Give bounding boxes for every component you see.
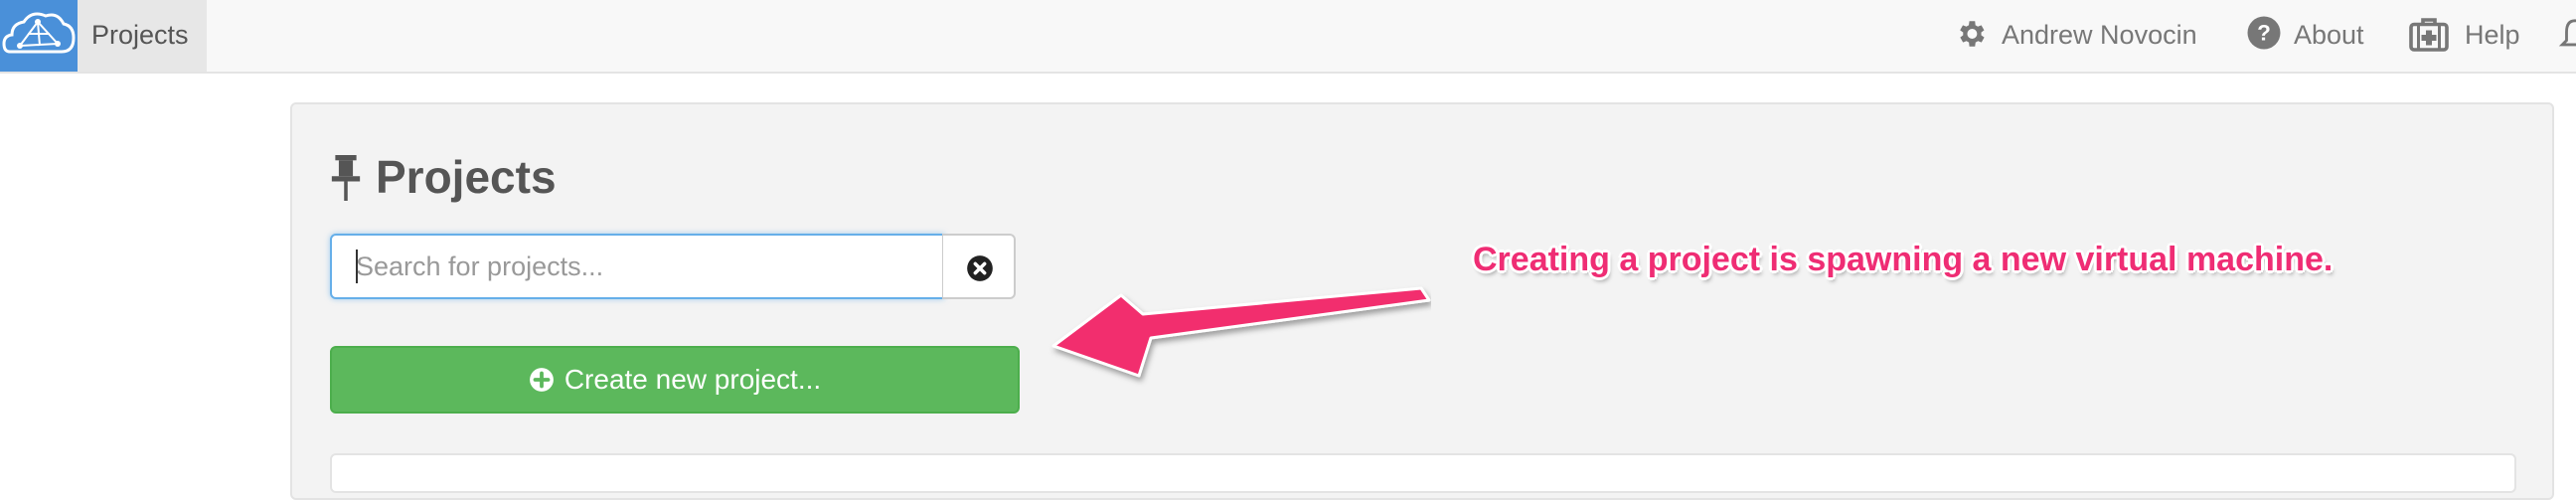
nav-about-link[interactable]: ? About bbox=[2244, 0, 2373, 72]
question-circle-icon: ? bbox=[2247, 16, 2281, 50]
medkit-icon bbox=[2409, 18, 2449, 52]
nav-projects-link[interactable]: Projects bbox=[78, 0, 207, 72]
nav-user-link[interactable]: Andrew Novocin bbox=[1950, 0, 2208, 72]
nav-help-link[interactable]: Help bbox=[2409, 0, 2532, 72]
cloud-logo-icon[interactable] bbox=[0, 0, 78, 72]
nav-notifications-link[interactable] bbox=[2558, 0, 2576, 72]
text-caret bbox=[356, 250, 358, 283]
help-label: Help bbox=[2465, 20, 2520, 50]
search-input[interactable] bbox=[330, 234, 944, 299]
annotation-text: Creating a project is spawning a new vir… bbox=[1473, 241, 2334, 278]
page-title-text: Projects bbox=[376, 151, 557, 203]
bell-icon bbox=[2558, 19, 2576, 47]
nav-projects-label: Projects bbox=[91, 20, 189, 50]
create-project-label: Create new project... bbox=[564, 364, 822, 395]
user-name-label: Andrew Novocin bbox=[2002, 20, 2197, 50]
clear-search-button[interactable] bbox=[942, 234, 1016, 299]
project-list bbox=[330, 453, 2516, 493]
gear-icon bbox=[1960, 21, 1985, 47]
plus-circle-icon bbox=[529, 368, 554, 392]
search-group bbox=[330, 234, 1016, 299]
about-label: About bbox=[2294, 20, 2364, 50]
pin-icon bbox=[331, 155, 361, 201]
annotation-arrow bbox=[1051, 286, 1431, 378]
times-circle-icon bbox=[967, 255, 993, 281]
svg-text:?: ? bbox=[2257, 21, 2271, 46]
top-navbar: Projects Andrew Novocin ? About Help bbox=[0, 0, 2576, 74]
create-project-button[interactable]: Create new project... bbox=[330, 346, 1020, 414]
